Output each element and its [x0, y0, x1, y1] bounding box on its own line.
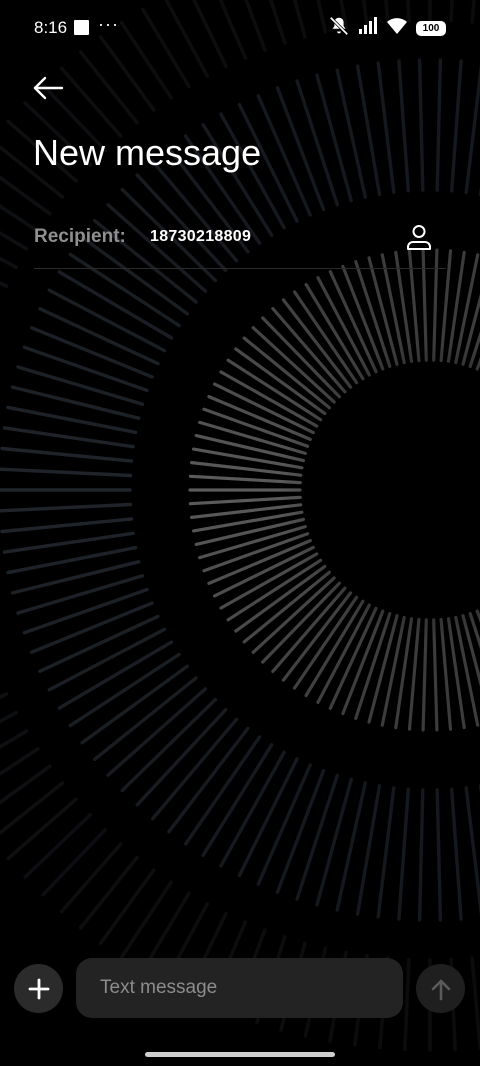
person-icon [407, 225, 431, 250]
wallpaper-line [0, 467, 133, 478]
page-title: New message [33, 132, 262, 173]
wallpaper-line [106, 687, 208, 777]
wallpaper-line [0, 692, 9, 700]
wallpaper-line [376, 786, 396, 919]
wallpaper-line [450, 59, 463, 193]
wallpaper-line [0, 256, 18, 270]
wallpaper-line [0, 710, 18, 724]
wallpaper-line [464, 63, 480, 194]
wallpaper-line [79, 50, 139, 125]
wallpaper-line [16, 574, 145, 615]
add-attachment-button[interactable] [14, 964, 63, 1013]
wallpaper-line [435, 58, 443, 192]
wallpaper-line [315, 73, 353, 203]
recipient-row[interactable]: Recipient: 18730218809 [34, 214, 446, 269]
pick-contact-button[interactable] [402, 220, 436, 254]
wallpaper-line [150, 717, 239, 821]
wallpaper-line [315, 777, 353, 907]
more-notifications-indicator: ··· [98, 14, 119, 34]
wallpaper-line [0, 280, 9, 288]
mute-icon [328, 15, 350, 42]
wallpaper-line [376, 61, 396, 194]
recipient-value[interactable]: 18730218809 [150, 228, 251, 246]
wallpaper-line [68, 652, 181, 728]
wallpaper-line [0, 781, 65, 836]
wallpaper-line [2, 531, 135, 554]
wallpaper-line [120, 697, 218, 793]
wallpaper-line [450, 787, 463, 921]
wallpaper-line [6, 797, 78, 861]
wallpaper-line [59, 842, 123, 914]
wallpaper-line [183, 735, 262, 846]
wallpaper-line [119, 880, 173, 960]
wallpaper-line [2, 426, 135, 449]
wallpaper-line [464, 786, 480, 917]
signal-icon [358, 16, 378, 40]
recipient-label: Recipient: [34, 226, 126, 247]
notification-square-icon [74, 20, 89, 35]
wallpaper-line [0, 747, 40, 776]
text-message-input[interactable] [76, 958, 403, 1018]
status-bar: 8:16 ··· 100 [0, 0, 480, 56]
plus-icon [28, 978, 49, 999]
wallpaper-line [16, 365, 145, 406]
compose-bar [0, 956, 480, 1020]
arrow-up-icon [431, 979, 450, 1000]
wallpaper-line [80, 664, 190, 745]
wallpaper-line [417, 788, 425, 922]
wallpaper-line [0, 446, 134, 463]
wallpaper-line [295, 79, 339, 207]
wifi-icon [386, 17, 408, 40]
wallpaper-line [167, 726, 250, 834]
wallpaper-line [92, 676, 198, 761]
wallpaper-line [295, 773, 339, 901]
battery-icon: 100 [416, 20, 446, 36]
status-icons: 100 [328, 16, 446, 40]
back-button[interactable] [28, 70, 68, 106]
wallpaper-line [23, 812, 93, 879]
wallpaper-line [79, 855, 139, 930]
home-indicator[interactable] [145, 1052, 335, 1057]
wallpaper-line [397, 787, 410, 921]
wallpaper-line [397, 59, 410, 193]
wallpaper-line [0, 517, 134, 534]
wallpaper-line [0, 502, 133, 513]
wallpaper-line [41, 827, 107, 897]
wallpaper-center-shade [280, 340, 480, 640]
wallpaper-line [417, 58, 425, 192]
wallpaper-line [99, 868, 156, 945]
wallpaper-line [435, 788, 443, 922]
wallpaper-line [59, 66, 123, 138]
wallpaper-line [135, 708, 228, 807]
send-button[interactable] [416, 964, 465, 1013]
wallpaper-line [0, 204, 40, 233]
arrow-left-icon [33, 76, 64, 100]
status-time: 8:16 [34, 18, 68, 37]
